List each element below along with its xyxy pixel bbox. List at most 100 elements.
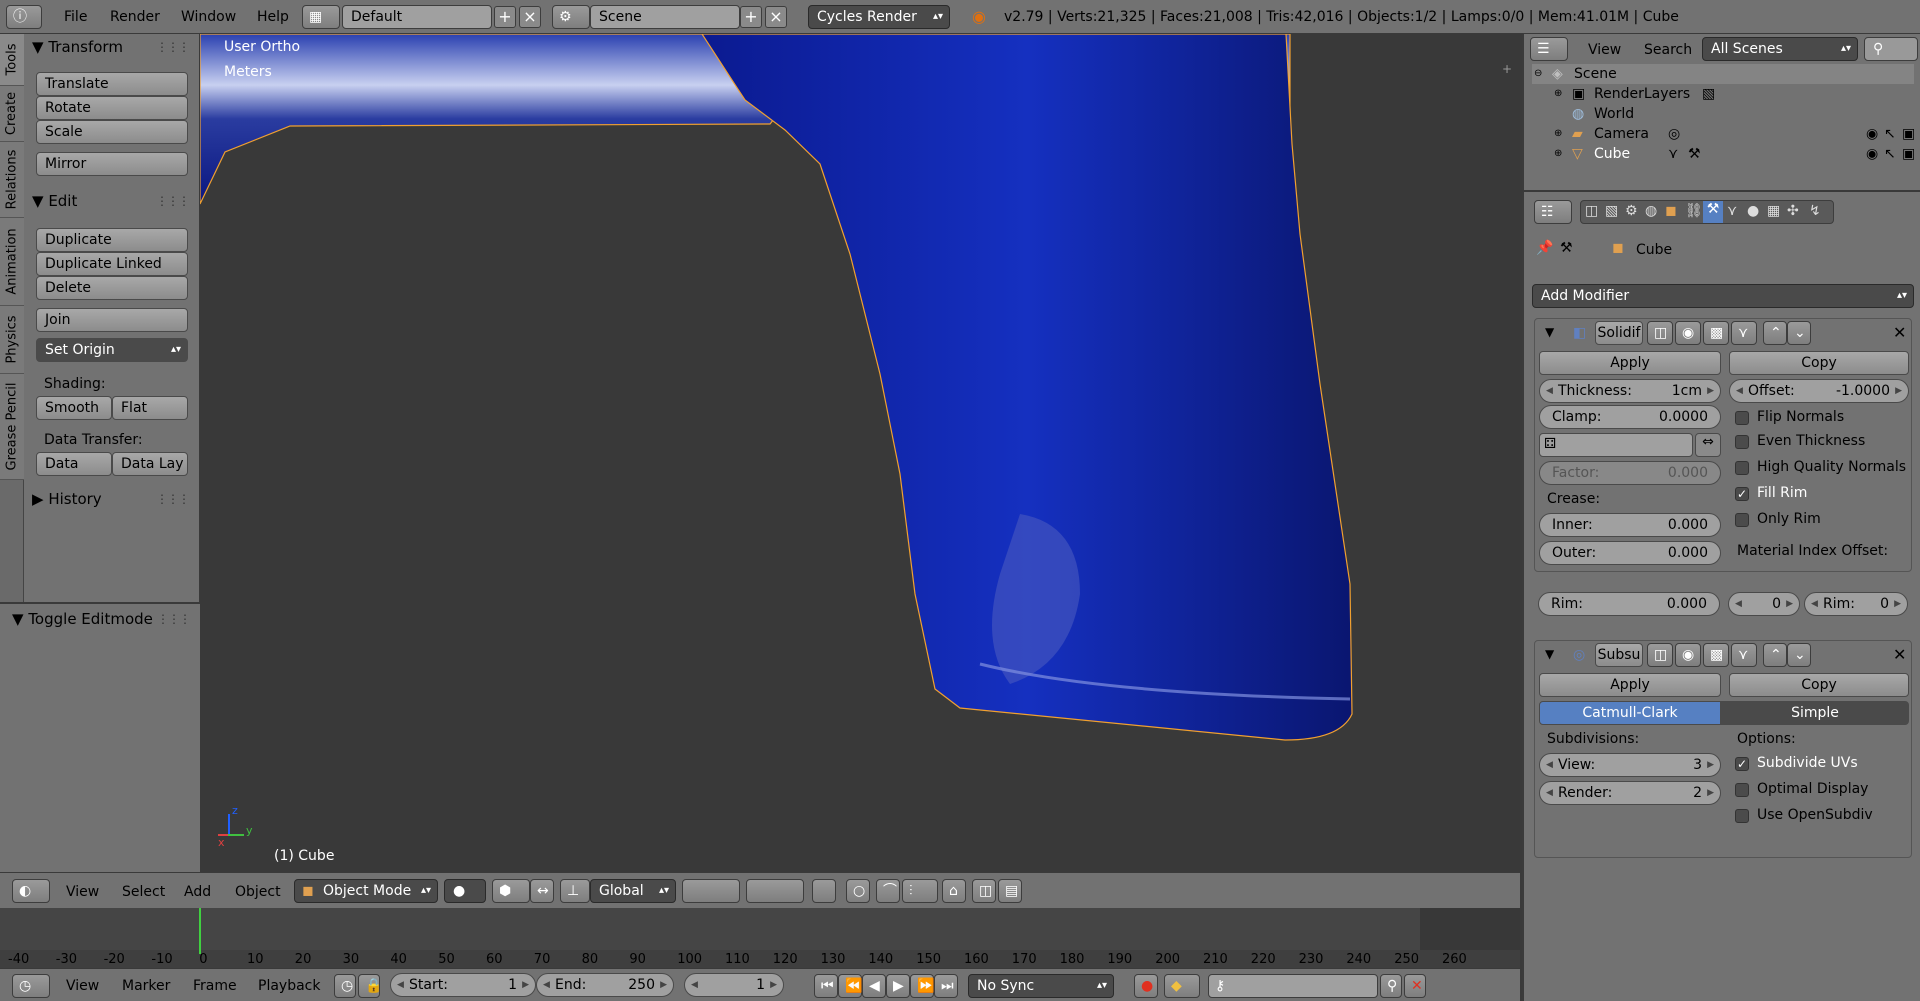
menu-playback[interactable]: Playback xyxy=(258,978,320,994)
viewport-toggle-icon[interactable]: ◉ xyxy=(1675,321,1701,345)
menu-file[interactable]: File xyxy=(64,9,87,25)
move-up-icon[interactable]: ⌃ xyxy=(1763,321,1787,345)
world-tab-icon[interactable]: ◍ xyxy=(1645,203,1657,219)
pin-icon[interactable]: 📌 xyxy=(1536,240,1553,256)
duplicate-button[interactable]: Duplicate xyxy=(36,228,188,252)
flat-button[interactable]: Flat xyxy=(112,396,188,420)
preview-range-icon[interactable]: ◷ xyxy=(334,974,356,998)
menu-help[interactable]: Help xyxy=(257,9,289,25)
move-down-icon[interactable]: ⌄ xyxy=(1787,321,1811,345)
edit-panel-header[interactable]: ▼ Edit xyxy=(32,192,77,210)
add-layout-icon[interactable]: + xyxy=(494,6,516,28)
mirror-button[interactable]: Mirror xyxy=(36,152,188,176)
history-panel-header[interactable]: ▶ History xyxy=(32,490,102,508)
cage-toggle-icon[interactable]: ⋎ xyxy=(1731,321,1757,345)
properties-region-toggle-icon[interactable]: + xyxy=(1502,62,1512,76)
physics-tab-icon[interactable]: ↯ xyxy=(1809,203,1821,219)
only-rim-checkbox[interactable] xyxy=(1735,513,1749,527)
delete-button[interactable]: Delete xyxy=(36,276,188,300)
even-thickness-checkbox[interactable] xyxy=(1735,435,1749,449)
eye-icon[interactable]: ◉ xyxy=(1866,144,1878,164)
toggle-editmode-header[interactable]: ▼ Toggle Editmode xyxy=(12,610,153,628)
simple-button[interactable]: Simple xyxy=(1721,701,1909,725)
outliner-row-scene[interactable]: ⊖ ◈ Scene xyxy=(1532,64,1914,84)
search-field[interactable]: ⚲ xyxy=(1864,37,1918,61)
editor-type-button[interactable]: ⓘ xyxy=(6,5,42,29)
layout-selector-button[interactable]: ▦ xyxy=(302,5,340,29)
use-opensubdiv-checkbox[interactable] xyxy=(1735,809,1749,823)
orientation-dropdown[interactable]: Global ▴▾ xyxy=(590,879,676,903)
outliner-row-world[interactable]: ◍ World xyxy=(1532,104,1914,124)
join-button[interactable]: Join xyxy=(36,308,188,332)
panel-grip-icon[interactable]: ⋮⋮⋮ xyxy=(156,40,190,54)
render-levels-field[interactable]: ◀ Render: 2 ▶ xyxy=(1539,781,1721,805)
menu-select[interactable]: Select xyxy=(122,884,165,900)
scale-button[interactable]: Scale xyxy=(36,120,188,144)
lock-icon[interactable]: 🔒 xyxy=(358,974,382,998)
render-tab-icon[interactable]: ◫ xyxy=(1585,203,1598,219)
translate-button[interactable]: Translate xyxy=(36,72,188,96)
editor-type-button[interactable]: ☰ xyxy=(1530,37,1568,61)
mode-dropdown[interactable]: ◼ Object Mode ▴▾ xyxy=(294,879,438,903)
data-tab-icon[interactable]: ⋎ xyxy=(1727,203,1737,219)
outliner-row-camera[interactable]: ⊕ ▰ Camera ◎ ◉ ↖ ▣ xyxy=(1532,124,1915,144)
play-icon[interactable]: ▶ xyxy=(886,974,910,998)
scene-name-field[interactable]: Scene xyxy=(590,5,740,29)
menu-view[interactable]: View xyxy=(1588,42,1621,58)
opengl-animation-icon[interactable]: ▤ xyxy=(998,879,1022,903)
editor-type-button[interactable]: ☷ xyxy=(1534,200,1572,224)
jump-keyframe-back-icon[interactable]: ⏪ xyxy=(838,974,862,998)
tab-physics[interactable]: Physics xyxy=(0,306,24,374)
move-up-icon[interactable]: ⌃ xyxy=(1763,643,1787,667)
pivot-point-button[interactable]: ⬢ xyxy=(492,879,530,903)
render-toggle-icon[interactable]: ◫ xyxy=(1647,321,1673,345)
subsurf-copy-button[interactable]: Copy xyxy=(1729,673,1909,697)
cursor-icon[interactable]: ↖ xyxy=(1884,144,1896,164)
snap-toggle-icon[interactable]: ⌒ xyxy=(876,879,900,903)
data-lay-button[interactable]: Data Lay xyxy=(112,452,188,476)
3d-viewport[interactable]: User Ortho Meters z y x (1) Cube + xyxy=(200,34,1520,872)
timeline-area[interactable]: -40 -30 -20 -10 0 10 20 30 40 50 60 70 80 90 100 110 120… xyxy=(0,908,1520,968)
set-origin-dropdown[interactable]: Set Origin ▴▾ xyxy=(36,338,188,362)
factor-field[interactable]: Factor: 0.000 xyxy=(1539,461,1721,485)
menu-view[interactable]: View xyxy=(66,884,99,900)
end-frame-field[interactable]: ◀ End: 250 ▶ xyxy=(536,973,674,997)
render-toggle-icon[interactable]: ◫ xyxy=(1647,643,1673,667)
cage-toggle-icon[interactable]: ⋎ xyxy=(1731,643,1757,667)
editmode-toggle-icon[interactable]: ▩ xyxy=(1703,321,1729,345)
constraints-tab-icon[interactable]: ⛓ xyxy=(1685,203,1703,219)
inner-field[interactable]: Inner: 0.000 xyxy=(1539,513,1721,537)
remove-layout-icon[interactable]: × xyxy=(519,6,541,28)
flip-normals-checkbox[interactable] xyxy=(1735,411,1749,425)
play-reverse-icon[interactable]: ◀ xyxy=(862,974,886,998)
jump-keyframe-forward-icon[interactable]: ⏩ xyxy=(910,974,934,998)
current-frame-cursor[interactable] xyxy=(199,908,202,954)
rotate-button[interactable]: Rotate xyxy=(36,96,188,120)
renderlayers-tab-icon[interactable]: ▧ xyxy=(1605,203,1618,219)
object-tab-icon[interactable]: ◼ xyxy=(1665,203,1677,219)
duplicate-linked-button[interactable]: Duplicate Linked xyxy=(36,252,188,276)
move-down-icon[interactable]: ⌄ xyxy=(1787,643,1811,667)
material-rim-offset-field[interactable]: ◀ Rim: 0 ▶ xyxy=(1804,592,1908,616)
fill-rim-checkbox[interactable]: ✓ xyxy=(1735,487,1749,501)
proportional-edit-icon[interactable]: ○ xyxy=(846,879,870,903)
data-button[interactable]: Data xyxy=(36,452,112,476)
render-preview-icon[interactable]: ⌂ xyxy=(942,879,966,903)
outer-field[interactable]: Outer: 0.000 xyxy=(1539,541,1721,565)
collapse-arrow-icon[interactable]: ▼ xyxy=(1545,647,1554,661)
modifier-name-field[interactable]: Solidif xyxy=(1595,321,1643,345)
layers-grid-2[interactable] xyxy=(746,879,804,903)
editmode-toggle-icon[interactable]: ▩ xyxy=(1703,643,1729,667)
keying-icon[interactable]: ◆ xyxy=(1164,974,1200,998)
current-frame-field[interactable]: ◀ 1 ▶ xyxy=(684,973,784,997)
display-mode-dropdown[interactable]: All Scenes ▴▾ xyxy=(1702,37,1858,61)
material-tab-icon[interactable]: ● xyxy=(1747,203,1759,219)
eye-icon[interactable]: ◉ xyxy=(1866,124,1878,144)
add-modifier-dropdown[interactable]: Add Modifier ▴▾ xyxy=(1532,284,1914,308)
start-frame-field[interactable]: ◀ Start: 1 ▶ xyxy=(390,973,536,997)
render-icon[interactable]: ▣ xyxy=(1902,144,1915,164)
menu-window[interactable]: Window xyxy=(181,9,236,25)
render-engine-dropdown[interactable]: Cycles Render ▴▾ xyxy=(808,5,950,29)
add-scene-icon[interactable]: + xyxy=(740,6,762,28)
high-quality-normals-checkbox[interactable] xyxy=(1735,461,1749,475)
